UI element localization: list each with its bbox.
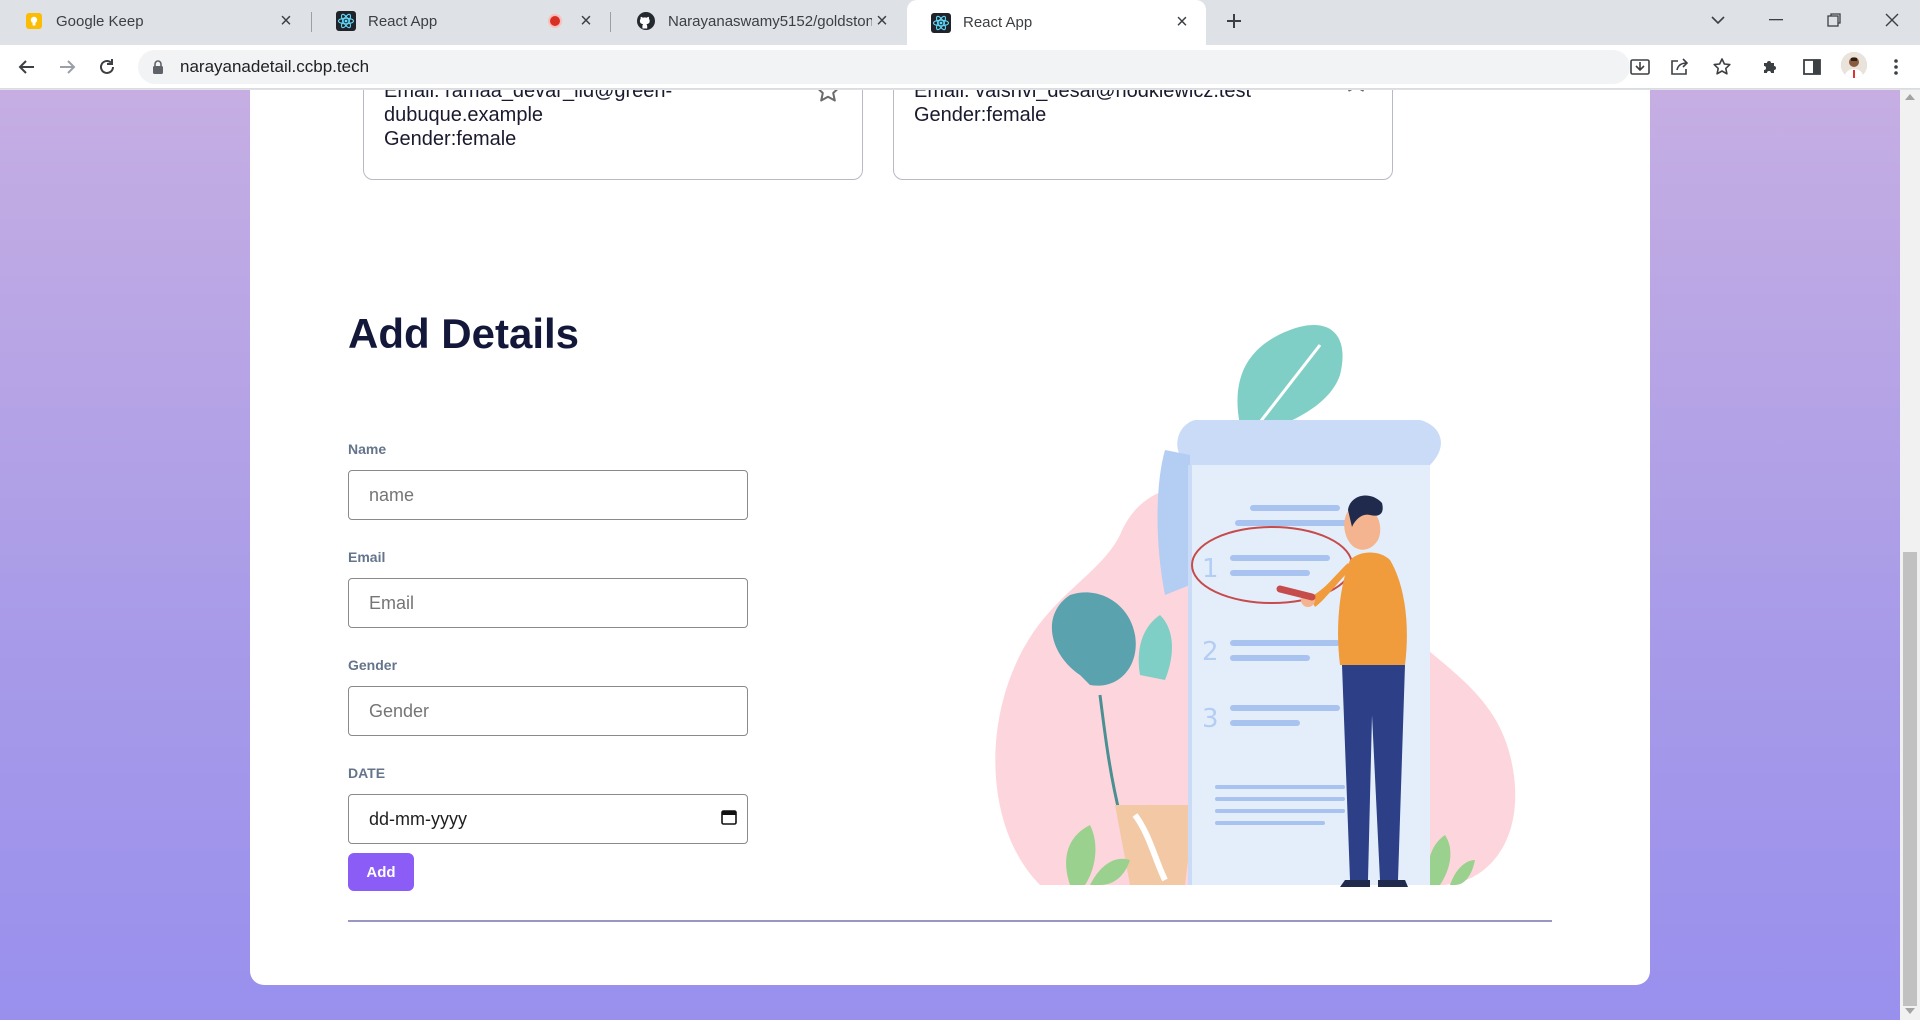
- install-app-icon[interactable]: [1624, 51, 1656, 83]
- extensions-icon[interactable]: [1754, 51, 1786, 83]
- tab-strip: Google Keep × React App × Narayanaswamy5…: [0, 0, 1920, 45]
- user-gender: Gender:female: [914, 104, 1047, 126]
- main-card: Email: ramaa_devar_lld@green- dubuque.ex…: [250, 90, 1650, 985]
- google-keep-icon: [24, 11, 44, 31]
- back-arrow-icon[interactable]: [11, 51, 43, 83]
- add-button[interactable]: Add: [348, 853, 414, 891]
- side-panel-icon[interactable]: [1796, 51, 1828, 83]
- recording-icon: [548, 14, 562, 28]
- tab-google-keep[interactable]: Google Keep ×: [0, 0, 310, 42]
- email-input[interactable]: Email: [348, 578, 748, 628]
- divider: [348, 920, 1552, 922]
- react-icon: [336, 11, 356, 31]
- star-icon[interactable]: [1342, 90, 1370, 95]
- date-label: DATE: [348, 765, 386, 781]
- step-number: 3: [1202, 704, 1219, 734]
- close-tab-icon[interactable]: ×: [276, 10, 296, 32]
- page-title: Add Details: [348, 310, 580, 357]
- email-label: Email: [348, 549, 386, 565]
- calendar-icon[interactable]: [721, 809, 737, 830]
- page-viewport: Email: ramaa_devar_lld@green- dubuque.ex…: [0, 90, 1900, 1020]
- gender-input[interactable]: Gender: [348, 686, 748, 736]
- new-tab-button[interactable]: [1220, 7, 1248, 35]
- react-icon: [931, 12, 951, 33]
- user-card: Email: vaishvi_desai@hodkiewicz.test Gen…: [893, 90, 1393, 180]
- profile-avatar[interactable]: [1841, 52, 1867, 78]
- user-card: Email: ramaa_devar_lld@green- dubuque.ex…: [363, 90, 863, 180]
- scrollbar-thumb[interactable]: [1903, 552, 1917, 1006]
- menu-kebab-icon[interactable]: [1880, 51, 1912, 83]
- checklist-illustration: 1 2 3: [950, 295, 1550, 895]
- scroll-down-arrow-icon[interactable]: [1905, 1008, 1915, 1014]
- bookmark-star-icon[interactable]: [1706, 51, 1738, 83]
- close-tab-icon[interactable]: ×: [576, 10, 596, 32]
- tab-search-icon[interactable]: [1690, 0, 1746, 40]
- reload-icon[interactable]: [91, 51, 123, 83]
- forward-arrow-icon[interactable]: [51, 51, 83, 83]
- date-input[interactable]: dd-mm-yyyy: [348, 794, 748, 844]
- user-email: Email: ramaa_devar_lld@green-: [384, 90, 673, 102]
- tab-separator: [610, 12, 611, 32]
- vertical-scrollbar[interactable]: [1900, 90, 1920, 1020]
- name-label: Name: [348, 441, 387, 457]
- browser-toolbar: narayanadetail.ccbp.tech: [0, 45, 1920, 89]
- gender-label: Gender: [348, 657, 398, 673]
- step-number: 1: [1202, 554, 1219, 584]
- share-icon[interactable]: [1664, 51, 1696, 83]
- minimize-icon[interactable]: [1748, 0, 1804, 40]
- date-placeholder: dd-mm-yyyy: [369, 808, 467, 829]
- scroll-up-arrow-icon[interactable]: [1905, 94, 1915, 100]
- close-tab-icon[interactable]: ×: [872, 10, 892, 32]
- tab-react-app-active[interactable]: React App ×: [907, 0, 1206, 45]
- star-icon[interactable]: [814, 90, 842, 105]
- lock-icon: [152, 59, 166, 75]
- tab-github[interactable]: Narayanaswamy5152/goldstone ×: [612, 0, 906, 42]
- name-input[interactable]: name: [348, 470, 748, 520]
- close-window-icon[interactable]: [1864, 0, 1920, 40]
- step-number: 2: [1202, 637, 1219, 667]
- url-text: narayanadetail.ccbp.tech: [180, 57, 370, 76]
- address-bar[interactable]: narayanadetail.ccbp.tech: [138, 50, 1630, 84]
- user-email: Email: vaishvi_desai@hodkiewicz.test: [914, 90, 1252, 102]
- close-tab-icon[interactable]: ×: [1172, 11, 1192, 33]
- github-icon: [636, 11, 656, 31]
- user-gender: Gender:female: [384, 128, 517, 150]
- tab-react-app-1[interactable]: React App ×: [312, 0, 610, 42]
- restore-icon[interactable]: [1806, 0, 1862, 40]
- user-email-continued: dubuque.example: [384, 104, 544, 126]
